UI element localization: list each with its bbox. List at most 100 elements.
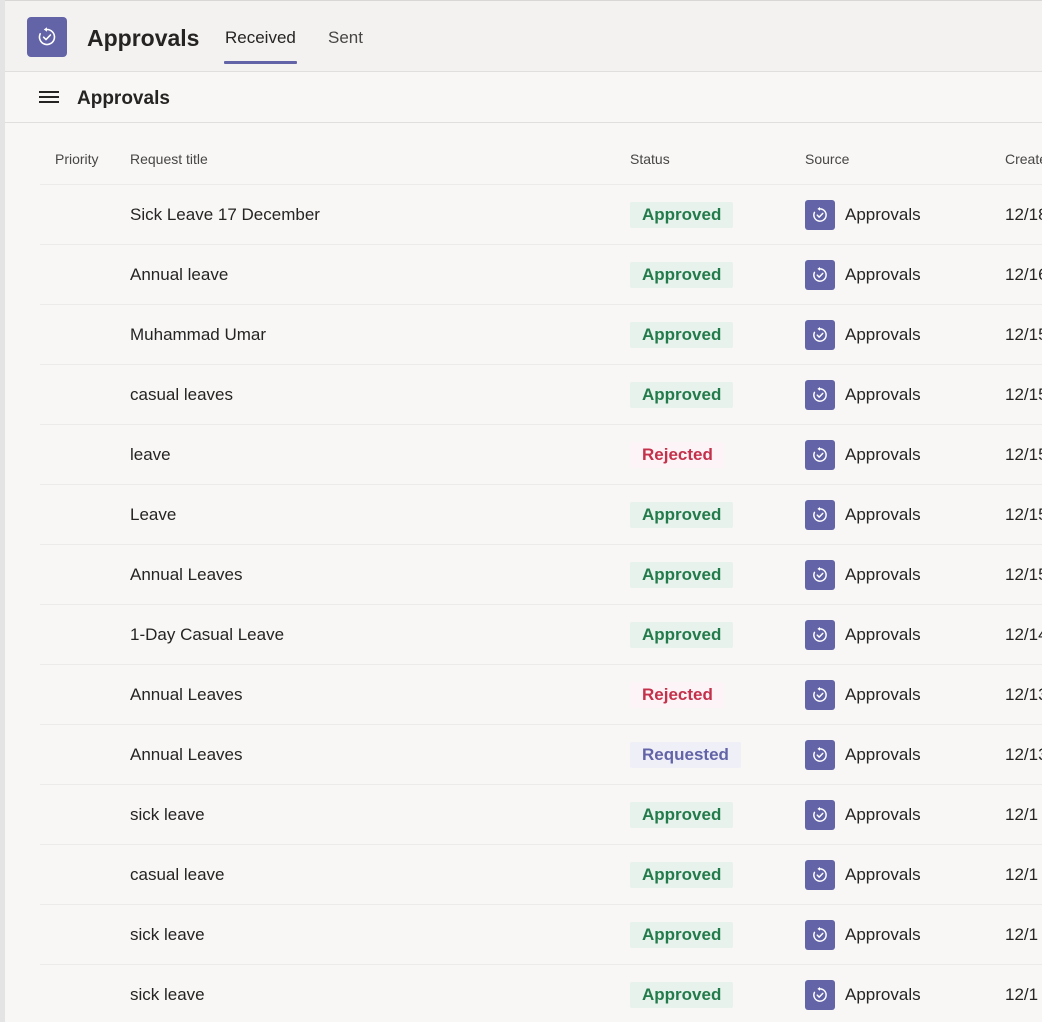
request-title: sick leave xyxy=(130,805,205,824)
approvals-table: Priority Request title Status Source Cre… xyxy=(40,134,1042,1022)
approvals-icon xyxy=(38,27,56,46)
table-row[interactable]: casual leaves Approved Approvals 12/15 xyxy=(40,365,1042,425)
created-date: 12/1 xyxy=(1005,925,1039,944)
source-label: Approvals xyxy=(845,325,921,344)
created-date: 12/15 xyxy=(1005,505,1042,524)
table-row[interactable]: Muhammad Umar Approved Approvals 12/15 xyxy=(40,305,1042,365)
table-row[interactable]: Annual Leaves Approved Approvals 12/15 xyxy=(40,545,1042,605)
source-label: Approvals xyxy=(845,925,921,944)
status-badge: Approved xyxy=(630,262,734,288)
table-row[interactable]: Leave Approved Approvals 12/15 xyxy=(40,485,1042,545)
created-date: 12/15 xyxy=(1005,325,1042,344)
approvals-icon xyxy=(805,560,835,590)
table-row[interactable]: Annual Leaves Requested Approvals 12/13 xyxy=(40,725,1042,785)
table-row[interactable]: sick leave Approved Approvals 12/1 xyxy=(40,965,1042,1022)
table-row[interactable]: Sick Leave 17 December Approved Approvals 1… xyxy=(40,185,1042,245)
source-label: Approvals xyxy=(845,205,921,224)
approvals-icon xyxy=(805,200,835,230)
table-body: Sick Leave 17 December Approved Approvals 1… xyxy=(40,185,1042,1022)
approvals-icon xyxy=(805,500,835,530)
source-label: Approvals xyxy=(845,745,921,764)
status-badge: Approved xyxy=(630,982,734,1008)
approvals-icon xyxy=(805,740,835,770)
request-title: Annual Leaves xyxy=(130,745,243,764)
source-label: Approvals xyxy=(845,265,921,284)
request-title: 1-Day Casual Leave xyxy=(130,625,285,644)
status-badge: Rejected xyxy=(630,682,725,708)
approvals-app-icon xyxy=(27,17,67,57)
column-header-priority[interactable]: Priority xyxy=(55,150,99,168)
column-header-title[interactable]: Request title xyxy=(130,150,208,168)
source-label: Approvals xyxy=(845,865,921,884)
request-title: Leave xyxy=(130,505,177,524)
column-header-created[interactable]: Create xyxy=(1005,150,1042,168)
source-label: Approvals xyxy=(845,625,921,644)
request-title: Annual leave xyxy=(130,265,229,284)
source-label: Approvals xyxy=(845,985,921,1004)
page-header: Approvals xyxy=(5,73,1042,123)
column-header-source[interactable]: Source xyxy=(805,150,849,168)
request-title: sick leave xyxy=(130,925,205,944)
created-date: 12/15 xyxy=(1005,445,1042,464)
approvals-icon xyxy=(805,980,835,1010)
status-badge: Approved xyxy=(630,622,734,648)
table-row[interactable]: leave Rejected Approvals 12/15 xyxy=(40,425,1042,485)
source-label: Approvals xyxy=(845,385,921,404)
request-title: Annual Leaves xyxy=(130,565,243,584)
approvals-icon xyxy=(805,380,835,410)
table-row[interactable]: sick leave Approved Approvals 12/1 xyxy=(40,905,1042,965)
source-label: Approvals xyxy=(845,685,921,704)
app-title: Approvals xyxy=(87,25,200,51)
table-row[interactable]: Annual leave Approved Approvals 12/16 xyxy=(40,245,1042,305)
table-row[interactable]: Annual Leaves Rejected Approvals 12/13 xyxy=(40,665,1042,725)
tab-sent[interactable]: Sent xyxy=(328,26,363,50)
request-title: sick leave xyxy=(130,985,205,1004)
hamburger-menu-icon[interactable] xyxy=(39,91,59,105)
request-title: leave xyxy=(130,445,171,464)
request-title: casual leave xyxy=(130,865,225,884)
request-title: Muhammad Umar xyxy=(130,325,267,344)
status-badge: Approved xyxy=(630,922,734,948)
status-badge: Approved xyxy=(630,502,734,528)
created-date: 12/14 xyxy=(1005,625,1042,644)
table-row[interactable]: sick leave Approved Approvals 12/1 xyxy=(40,785,1042,845)
source-label: Approvals xyxy=(845,505,921,524)
table-row[interactable]: casual leave Approved Approvals 12/1 xyxy=(40,845,1042,905)
status-badge: Requested xyxy=(630,742,741,768)
created-date: 12/15 xyxy=(1005,385,1042,404)
status-badge: Approved xyxy=(630,862,734,888)
approvals-icon xyxy=(805,320,835,350)
created-date: 12/1 xyxy=(1005,805,1039,824)
created-date: 12/18 xyxy=(1005,205,1042,224)
approvals-icon xyxy=(805,440,835,470)
column-header-status[interactable]: Status xyxy=(630,150,670,168)
approvals-icon xyxy=(805,920,835,950)
status-badge: Rejected xyxy=(630,442,725,468)
status-badge: Approved xyxy=(630,322,734,348)
created-date: 12/16 xyxy=(1005,265,1042,284)
table-row[interactable]: 1-Day Casual Leave Approved Approvals 12/14 xyxy=(40,605,1042,665)
status-badge: Approved xyxy=(630,802,734,828)
status-badge: Approved xyxy=(630,202,734,228)
table-header-row: Priority Request title Status Source Cre… xyxy=(40,134,1042,185)
source-label: Approvals xyxy=(845,805,921,824)
approvals-icon xyxy=(805,860,835,890)
created-date: 12/1 xyxy=(1005,865,1039,884)
request-title: casual leaves xyxy=(130,385,234,404)
approvals-icon xyxy=(805,680,835,710)
active-tab-indicator xyxy=(224,61,297,64)
header-divider xyxy=(5,0,1042,1)
request-title: Sick Leave 17 December xyxy=(130,205,320,224)
created-date: 12/15 xyxy=(1005,565,1042,584)
created-date: 12/1 xyxy=(1005,985,1039,1004)
tab-received[interactable]: Received xyxy=(225,26,296,50)
approvals-icon xyxy=(805,260,835,290)
created-date: 12/13 xyxy=(1005,745,1042,764)
approvals-app: Approvals Received Sent Approvals Priori… xyxy=(5,0,1042,1022)
status-badge: Approved xyxy=(630,382,734,408)
request-title: Annual Leaves xyxy=(130,685,243,704)
status-badge: Approved xyxy=(630,562,734,588)
approvals-icon xyxy=(805,620,835,650)
source-label: Approvals xyxy=(845,445,921,464)
source-label: Approvals xyxy=(845,565,921,584)
